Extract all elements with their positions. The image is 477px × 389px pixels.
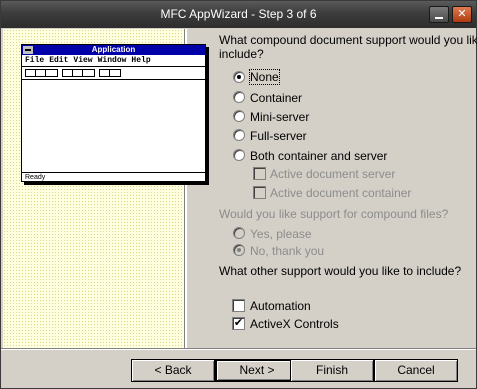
preview-statusbar: Ready <box>22 172 205 181</box>
radio-container[interactable] <box>233 91 245 103</box>
radio-full-server[interactable] <box>233 129 245 141</box>
button-separator <box>1 348 476 350</box>
toolbar-group-icon <box>62 69 95 77</box>
preview-menu-view: View <box>73 56 93 65</box>
radio-both[interactable] <box>233 149 245 161</box>
radio-none[interactable] <box>233 71 245 83</box>
close-icon[interactable]: ✕ <box>452 6 472 23</box>
appwizard-dialog: MFC AppWizard - Step 3 of 6 ✕ Applicatio… <box>0 0 477 389</box>
title-bar[interactable]: MFC AppWizard - Step 3 of 6 ✕ <box>1 1 476 28</box>
compound-files-question: Would you like support for compound file… <box>219 207 449 221</box>
radio-mini-server-label[interactable]: Mini-server <box>250 110 309 124</box>
preview-title: Application <box>22 45 205 55</box>
radio-no-thank-you-label[interactable]: No, thank you <box>250 244 324 258</box>
radio-mini-server[interactable] <box>233 110 245 122</box>
cancel-button[interactable]: Cancel <box>374 359 458 382</box>
radio-no-thank-you[interactable] <box>233 244 245 256</box>
compound-question: What compound document support would you… <box>219 33 477 47</box>
toolbar-group-icon <box>99 69 121 77</box>
toolbar-group-icon <box>25 69 58 77</box>
system-menu-icon <box>23 46 33 54</box>
checkbox-active-doc-container[interactable] <box>253 186 266 199</box>
checkmark-icon: ✔ <box>233 317 244 329</box>
checkbox-active-doc-server-label[interactable]: Active document server <box>270 167 395 181</box>
preview-menubar: File Edit View Window Help <box>22 56 205 67</box>
radio-both-label[interactable]: Both container and server <box>250 149 387 163</box>
radio-container-label[interactable]: Container <box>250 91 302 105</box>
checkbox-activex-controls[interactable]: ✔ <box>232 317 245 330</box>
checkbox-active-doc-container-label[interactable]: Active document container <box>270 186 411 200</box>
application-preview: Application File Edit View Window Help Ready <box>21 44 206 182</box>
preview-menu-window: Window <box>97 56 127 65</box>
preview-menu-help: Help <box>131 56 151 65</box>
preview-menu-file: File <box>25 56 45 65</box>
checkbox-automation[interactable] <box>232 299 245 312</box>
checkbox-automation-label[interactable]: Automation <box>250 299 311 313</box>
preview-toolbar <box>22 67 205 80</box>
preview-menu-edit: Edit <box>49 56 69 65</box>
minimize-icon[interactable] <box>429 6 449 23</box>
finish-button[interactable]: Finish <box>290 359 374 382</box>
checkbox-active-doc-server[interactable] <box>253 167 266 180</box>
compound-question-cont: include? <box>219 47 264 61</box>
next-button[interactable]: Next > <box>215 359 299 382</box>
radio-full-server-label[interactable]: Full-server <box>250 129 307 143</box>
back-button[interactable]: < Back <box>131 359 215 382</box>
radio-yes-please-label[interactable]: Yes, please <box>250 227 312 241</box>
radio-yes-please[interactable] <box>233 227 245 239</box>
other-support-question: What other support would you like to inc… <box>219 264 462 278</box>
window-title: MFC AppWizard - Step 3 of 6 <box>160 7 317 21</box>
checkbox-activex-controls-label[interactable]: ActiveX Controls <box>250 317 339 331</box>
radio-none-label[interactable]: None <box>249 69 280 85</box>
